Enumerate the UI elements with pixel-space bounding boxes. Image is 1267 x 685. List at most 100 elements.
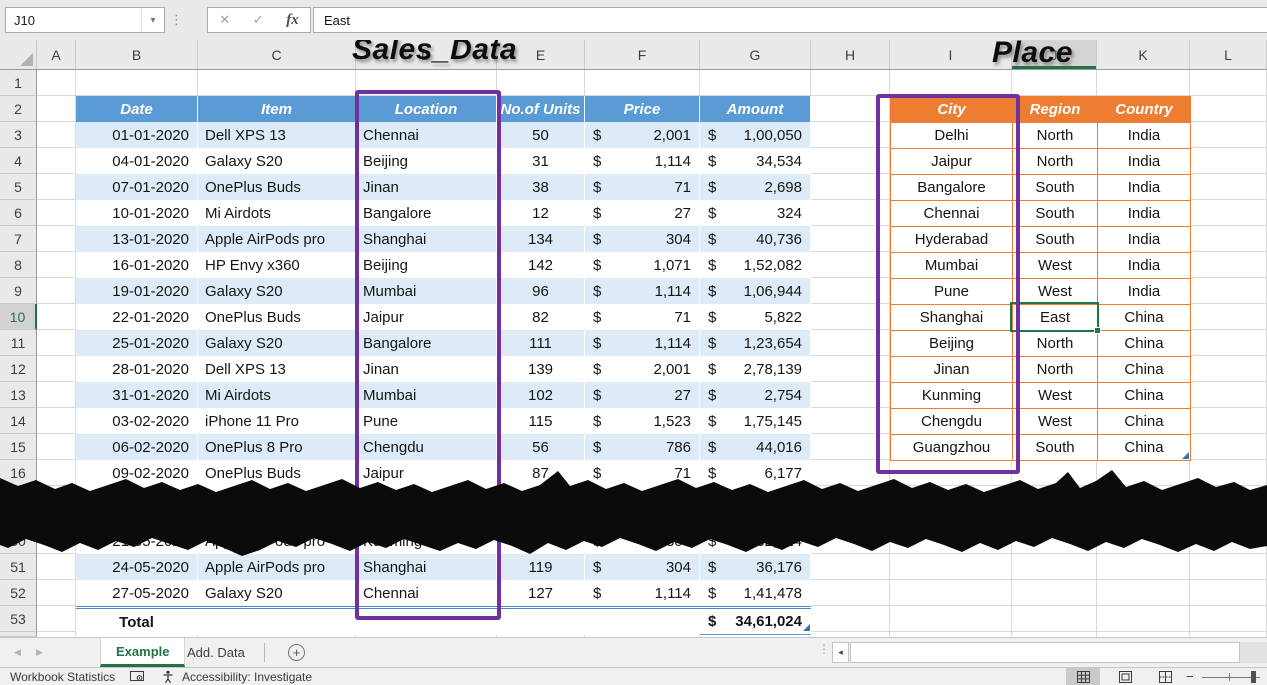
- cell-city[interactable]: Beijing: [891, 331, 1013, 357]
- cell-price[interactable]: $2,001: [585, 356, 700, 382]
- row-header-3[interactable]: 3: [0, 122, 37, 148]
- cell-item[interactable]: Apple AirPods pro: [198, 554, 356, 580]
- cell-empty[interactable]: [198, 609, 356, 635]
- cell-region[interactable]: South: [1013, 201, 1098, 227]
- cell-price[interactable]: $27: [585, 200, 700, 226]
- cell-location[interactable]: Shanghai: [356, 226, 497, 252]
- cell-amount[interactable]: $34,534: [700, 148, 811, 174]
- cell-country[interactable]: China: [1098, 331, 1191, 357]
- accessibility-icon[interactable]: [162, 670, 174, 685]
- cell-amount[interactable]: $1,52,082: [700, 252, 811, 278]
- column-header-B[interactable]: B: [76, 40, 198, 69]
- cell-item[interactable]: OnePlus 8 Pro: [198, 434, 356, 460]
- formula-bar-splitter-icon[interactable]: ⋮: [170, 12, 183, 28]
- cell-price[interactable]: $1,114: [585, 330, 700, 356]
- cell-amount[interactable]: $1,41,478: [700, 580, 811, 606]
- cell-item[interactable]: Apple AirPods pro: [198, 528, 356, 554]
- cell-location[interactable]: Beijing: [356, 148, 497, 174]
- horizontal-scrollbar[interactable]: [850, 642, 1240, 663]
- zoom-out-button[interactable]: −: [1186, 669, 1194, 684]
- cell-city[interactable]: Pune: [891, 279, 1013, 305]
- cell-price[interactable]: $304: [585, 226, 700, 252]
- cell-date[interactable]: 24-05-2020: [76, 554, 198, 580]
- formula-input[interactable]: East: [313, 7, 1267, 33]
- cell-location[interactable]: Beijing: [356, 252, 497, 278]
- cell-region[interactable]: West: [1013, 253, 1098, 279]
- cell-empty[interactable]: [585, 609, 700, 635]
- cell-amount[interactable]: $1,23,654: [700, 330, 811, 356]
- select-all-corner[interactable]: [0, 40, 37, 69]
- cell-price[interactable]: $71: [585, 460, 700, 486]
- cell-location[interactable]: Chennai: [356, 580, 497, 606]
- cell-date[interactable]: 16-01-2020: [76, 252, 198, 278]
- cell-date[interactable]: 27-05-2020: [76, 580, 198, 606]
- cell-amount[interactable]: $2,78,139: [700, 356, 811, 382]
- cell-location[interactable]: Bangalore: [356, 200, 497, 226]
- cell-country[interactable]: India: [1098, 279, 1191, 305]
- tab-add-data[interactable]: Add. Data: [172, 638, 260, 667]
- cell-amount[interactable]: $1,75,145: [700, 408, 811, 434]
- cell-city[interactable]: Hyderabad: [891, 227, 1013, 253]
- cell-units[interactable]: 31: [497, 148, 585, 174]
- cell-region[interactable]: West: [1013, 409, 1098, 435]
- cell-amount[interactable]: $2,754: [700, 382, 811, 408]
- cell-item[interactable]: Dell XPS 13: [198, 122, 356, 148]
- cell-units[interactable]: 82: [497, 304, 585, 330]
- cell-location[interactable]: Bangalore: [356, 330, 497, 356]
- cell-city[interactable]: Chengdu: [891, 409, 1013, 435]
- cell-price[interactable]: $1,114: [585, 148, 700, 174]
- cell-amount[interactable]: $1,06,944: [700, 278, 811, 304]
- column-header-F[interactable]: F: [585, 40, 700, 69]
- cell-price[interactable]: $1,114: [585, 580, 700, 606]
- cell-item[interactable]: HP Envy x360: [198, 252, 356, 278]
- cell-region[interactable]: North: [1013, 123, 1098, 149]
- column-header-H[interactable]: H: [811, 40, 890, 69]
- normal-view-button[interactable]: [1066, 668, 1100, 685]
- cell-city[interactable]: Chennai: [891, 201, 1013, 227]
- cell-price[interactable]: $786: [585, 434, 700, 460]
- cell-price[interactable]: $304: [585, 554, 700, 580]
- cell-location[interactable]: Shanghai: [356, 554, 497, 580]
- cell-units[interactable]: 134: [497, 226, 585, 252]
- cell-date[interactable]: 21-05-2020: [76, 528, 198, 554]
- display-settings-icon[interactable]: [130, 670, 144, 685]
- cell-units[interactable]: 12: [497, 200, 585, 226]
- cell-price[interactable]: $2,001: [585, 122, 700, 148]
- cell-country[interactable]: China: [1098, 305, 1191, 331]
- insert-function-icon[interactable]: fx: [286, 12, 299, 29]
- cell-country[interactable]: India: [1098, 227, 1191, 253]
- hscroll-left-button[interactable]: ◂: [832, 642, 849, 663]
- cell-units[interactable]: 56: [497, 434, 585, 460]
- cell-total-label[interactable]: Total: [76, 609, 198, 635]
- column-header-L[interactable]: L: [1190, 40, 1267, 69]
- cell-region[interactable]: West: [1013, 383, 1098, 409]
- row-header-52[interactable]: 52: [0, 580, 37, 606]
- cell-price[interactable]: $1,071: [585, 252, 700, 278]
- cell-units[interactable]: 96: [497, 278, 585, 304]
- cell-location[interactable]: Jinan: [356, 356, 497, 382]
- row-header-6[interactable]: 6: [0, 200, 37, 226]
- row-header-12[interactable]: 12: [0, 356, 37, 382]
- cell-region[interactable]: South: [1013, 175, 1098, 201]
- cell-country[interactable]: China: [1098, 409, 1191, 435]
- cell-city[interactable]: Guangzhou: [891, 435, 1013, 461]
- cell-amount[interactable]: $1,00,050: [700, 122, 811, 148]
- cancel-icon[interactable]: ✕: [219, 12, 230, 28]
- cell-units[interactable]: 102: [497, 382, 585, 408]
- cell-region[interactable]: South: [1013, 227, 1098, 253]
- cell-units[interactable]: 127: [497, 580, 585, 606]
- cell-region[interactable]: South: [1013, 435, 1098, 461]
- row-header-5[interactable]: 5: [0, 174, 37, 200]
- name-box-dropdown-icon[interactable]: ▾: [141, 8, 164, 32]
- cell-empty[interactable]: [356, 609, 497, 635]
- cell-city[interactable]: Kunming: [891, 383, 1013, 409]
- cell-location[interactable]: Pune: [356, 408, 497, 434]
- cell-price[interactable]: $27: [585, 382, 700, 408]
- new-sheet-button[interactable]: +: [288, 644, 305, 661]
- cell-amount[interactable]: $32,224: [700, 528, 811, 554]
- name-box[interactable]: J10 ▾: [5, 7, 165, 33]
- cell-item[interactable]: Apple AirPods pro: [198, 226, 356, 252]
- cell-city[interactable]: Mumbai: [891, 253, 1013, 279]
- page-layout-view-button[interactable]: [1108, 668, 1142, 685]
- accessibility-status[interactable]: Accessibility: Investigate: [182, 670, 312, 684]
